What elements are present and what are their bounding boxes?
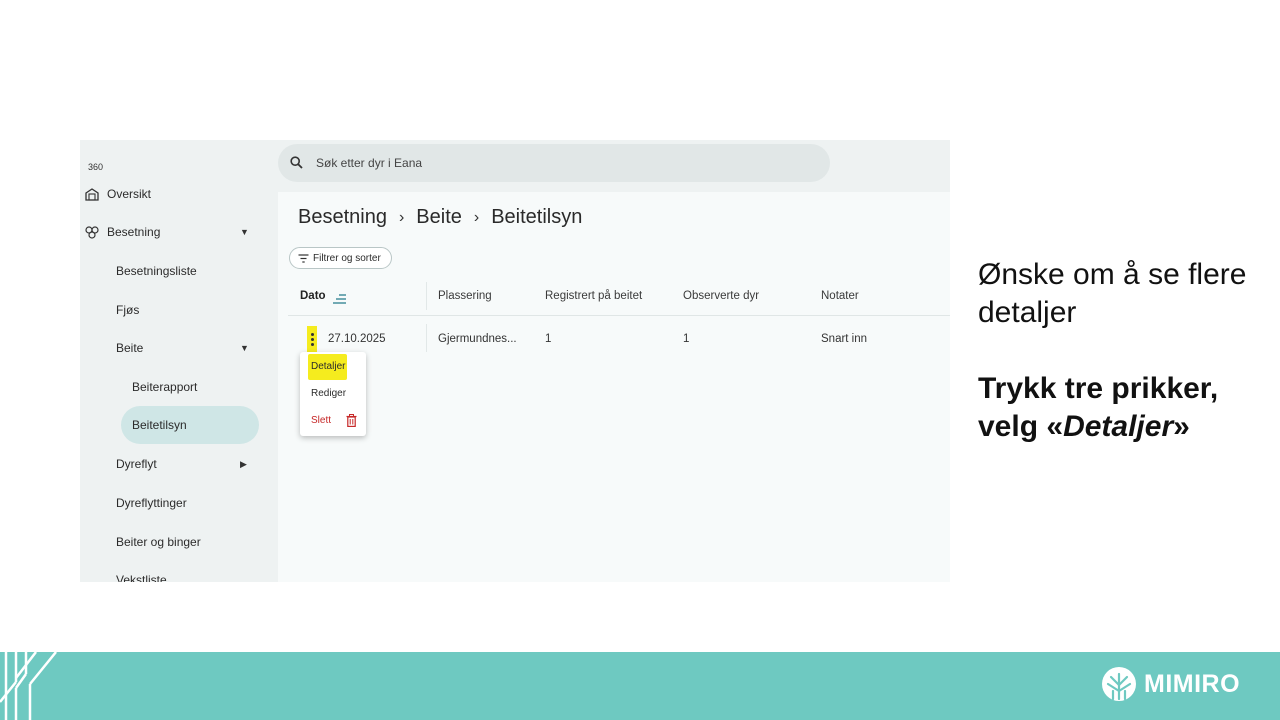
sidebar-item-oversikt[interactable]: Oversikt xyxy=(80,176,278,212)
chevron-right-icon: › xyxy=(473,208,480,226)
menu-item-label: Rediger xyxy=(311,388,347,399)
breadcrumb-item[interactable]: Besetning xyxy=(298,206,387,229)
brand-name: MIMIRO xyxy=(1144,669,1241,698)
breadcrumb-item-current: Beitetilsyn xyxy=(491,206,583,228)
cell-registrert: 1 xyxy=(545,333,552,345)
sidebar-item-dyreflyttinger[interactable]: Dyreflyttinger xyxy=(80,485,278,521)
cell-dato: 27.10.2025 xyxy=(328,333,386,345)
menu-item-detaljer[interactable]: Detaljer xyxy=(300,354,366,380)
sidebar-item-beiter-og-binger[interactable]: Beiter og binger xyxy=(80,524,278,560)
sidebar-item-beitetilsyn[interactable]: Beitetilsyn xyxy=(80,407,278,443)
search-icon xyxy=(290,156,303,174)
slide: 360 Oversikt Besetning ▼ Besetningsliste… xyxy=(0,0,1280,720)
app-screenshot: 360 Oversikt Besetning ▼ Besetningsliste… xyxy=(80,140,950,582)
sidebar-item-label: Oversikt xyxy=(107,187,152,201)
column-divider xyxy=(426,282,427,310)
cell-observerte: 1 xyxy=(683,333,690,345)
sidebar-item-label: Besetningsliste xyxy=(116,264,197,278)
table-row[interactable]: 27.10.2025 Gjermundnes... 1 1 Snart inn xyxy=(288,316,950,362)
sidebar-item-label: Dyreflyttinger xyxy=(116,496,187,510)
circuit-decoration-icon xyxy=(0,652,57,720)
sidebar-item-label: Dyreflyt xyxy=(116,457,157,471)
sidebar-item-vekstliste[interactable]: Vekstliste xyxy=(80,562,278,582)
sort-icon[interactable] xyxy=(333,291,347,309)
menu-item-slett[interactable]: Slett xyxy=(300,408,366,434)
caret-down-icon: ▼ xyxy=(240,343,249,353)
sidebar-item-label: Beiter og binger xyxy=(116,535,201,549)
sidebar-item-beiterapport[interactable]: Beiterapport xyxy=(80,369,278,405)
sidebar-item-label: Beite xyxy=(116,341,144,355)
instruction-emphasis: Detaljer xyxy=(1063,410,1174,443)
app-title: 360 xyxy=(88,162,104,172)
sidebar-item-beite[interactable]: Beite ▼ xyxy=(80,330,278,366)
tree-logo-icon xyxy=(1102,667,1136,701)
content-panel: Besetning › Beite › Beitetilsyn Filtrer … xyxy=(278,192,950,582)
column-header-notater[interactable]: Notater xyxy=(821,290,859,302)
breadcrumb-item[interactable]: Beite xyxy=(416,206,462,229)
cell-notater: Snart inn xyxy=(821,333,868,345)
sidebar-item-fjos[interactable]: Fjøs xyxy=(80,292,278,328)
mimiro-logo: MIMIRO xyxy=(1100,665,1240,703)
filter-icon xyxy=(298,253,309,263)
column-header-registrert[interactable]: Registrert på beitet xyxy=(545,290,642,302)
menu-item-label: Slett xyxy=(311,415,332,426)
footer-band: MIMIRO xyxy=(0,652,1280,720)
instruction-text: Ønske om å se flere detaljer xyxy=(978,258,1247,329)
table-header: Dato Plassering Registrert på beitet Obs… xyxy=(288,276,950,316)
more-options-icon[interactable] xyxy=(307,326,317,352)
barn-icon xyxy=(84,186,100,202)
top-bar xyxy=(278,140,950,192)
search-input[interactable] xyxy=(316,153,796,173)
column-header-plassering[interactable]: Plassering xyxy=(438,290,492,302)
sidebar-item-label: Beiterapport xyxy=(132,380,198,394)
sidebar-item-label: Besetning xyxy=(107,225,161,239)
instruction-action-text: Trykk tre prikker, velg «Detaljer» xyxy=(978,370,1268,446)
herd-icon xyxy=(84,224,100,240)
filter-button-label: Filtrer og sorter xyxy=(313,252,381,264)
menu-item-label: Detaljer xyxy=(311,361,346,372)
sidebar-item-dyreflyt[interactable]: Dyreflyt ▶ xyxy=(80,446,278,482)
main-area: Besetning › Beite › Beitetilsyn Filtrer … xyxy=(278,140,950,582)
trash-icon xyxy=(346,414,357,430)
column-divider xyxy=(426,324,427,352)
breadcrumb: Besetning › Beite › Beitetilsyn xyxy=(298,206,582,229)
sidebar-item-label: Beitetilsyn xyxy=(132,418,187,432)
menu-item-rediger[interactable]: Rediger xyxy=(300,381,366,407)
cell-plassering: Gjermundnes... xyxy=(438,333,517,345)
search-bar[interactable] xyxy=(278,144,830,182)
caret-down-icon: ▼ xyxy=(240,227,249,237)
filter-sort-button[interactable]: Filtrer og sorter xyxy=(289,247,392,269)
row-context-menu: Detaljer Rediger Slett xyxy=(300,352,366,436)
column-header-dato[interactable]: Dato xyxy=(300,290,326,302)
instruction-suffix: » xyxy=(1173,410,1190,443)
caret-right-icon: ▶ xyxy=(240,458,247,469)
column-header-observerte[interactable]: Observerte dyr xyxy=(683,290,759,302)
sidebar: 360 Oversikt Besetning ▼ Besetningsliste… xyxy=(80,140,278,582)
sidebar-item-label: Fjøs xyxy=(116,303,140,317)
sidebar-item-besetning[interactable]: Besetning ▼ xyxy=(80,214,278,250)
chevron-right-icon: › xyxy=(398,208,405,226)
sidebar-item-besetningsliste[interactable]: Besetningsliste xyxy=(80,253,278,289)
sidebar-item-label: Vekstliste xyxy=(116,573,167,582)
